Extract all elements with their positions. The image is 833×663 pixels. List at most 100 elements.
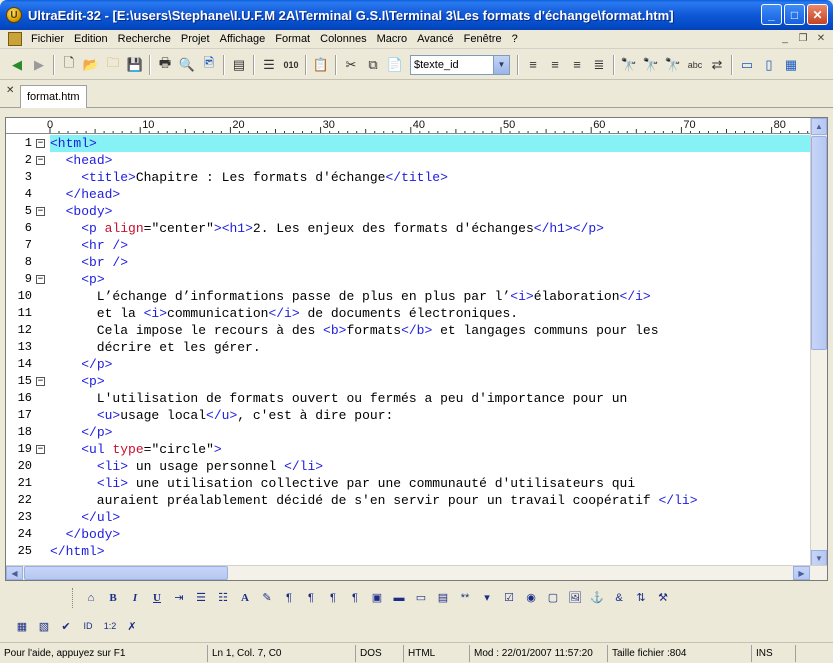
clipboard-icon[interactable]: 📋 (310, 54, 332, 76)
split-vertical-icon[interactable]: ▯ (758, 54, 780, 76)
form-icon[interactable]: ▣ (367, 588, 387, 608)
code-line[interactable]: auraient préalablement décidé de s'en se… (50, 492, 811, 509)
menu-item-9[interactable]: Fenêtre (459, 33, 507, 45)
indent-icon[interactable]: ⇥ (169, 588, 189, 608)
id-icon[interactable]: ID (78, 616, 98, 636)
paste-icon[interactable]: 📄 (384, 54, 406, 76)
checkbox-icon[interactable]: ☑ (499, 588, 519, 608)
print-icon[interactable]: 🖶 (154, 54, 176, 76)
code-line[interactable]: </p> (50, 356, 811, 373)
code-line[interactable]: <u>usage local</u>, c'est à dire pour: (50, 407, 811, 424)
code-line[interactable]: <p> (50, 373, 811, 390)
chevron-down-icon[interactable]: ▼ (493, 55, 509, 74)
tab-format-htm[interactable]: format.htm (20, 85, 87, 108)
open-recent-icon[interactable]: 🗀 (102, 54, 124, 76)
mdi-close-button[interactable]: ✕ (813, 31, 829, 46)
find-icon[interactable]: 🔭 (618, 54, 640, 76)
justify-icon[interactable]: ≣ (588, 54, 610, 76)
menu-item-10[interactable]: ? (507, 33, 523, 45)
code-line[interactable]: <title>Chapitre : Les formats d'échange<… (50, 169, 811, 186)
code-line[interactable]: <ul type="circle"> (50, 441, 811, 458)
bullet-list-icon[interactable]: ☰ (191, 588, 211, 608)
fold-toggle-icon[interactable]: − (36, 377, 45, 386)
bold-icon[interactable]: B (103, 588, 123, 608)
table-icon[interactable]: ▦ (12, 616, 32, 636)
menu-item-8[interactable]: Avancé (412, 33, 459, 45)
minimize-button[interactable]: _ (761, 4, 782, 25)
scroll-left-icon[interactable]: ◀ (6, 566, 23, 580)
code-line[interactable]: Cela impose le recours à des <b>formats<… (50, 322, 811, 339)
align-right-icon[interactable]: ≡ (566, 54, 588, 76)
menu-item-2[interactable]: Recherche (113, 33, 176, 45)
numbered-list-icon[interactable]: ☷ (213, 588, 233, 608)
code-line[interactable]: <li> une utilisation collective par une … (50, 475, 811, 492)
replace-icon[interactable]: ⇄ (706, 54, 728, 76)
sort-icon[interactable]: ⇅ (631, 588, 651, 608)
fold-toggle-icon[interactable]: − (36, 275, 45, 284)
find-previous-icon[interactable]: 🔭 (662, 54, 684, 76)
save-icon[interactable]: 💾 (124, 54, 146, 76)
horizontal-scrollbar[interactable]: ◀ ▶ (6, 565, 827, 580)
split-horizontal-icon[interactable]: ▭ (736, 54, 758, 76)
align-left-icon[interactable]: ≡ (522, 54, 544, 76)
document-icon[interactable]: ▤ (228, 54, 250, 76)
close-tab-icon[interactable]: ✕ (6, 85, 14, 96)
html-tools-icon[interactable]: ⚒ (653, 588, 673, 608)
code-line[interactable]: et la <i>communication</i> de documents … (50, 305, 811, 322)
italic-icon[interactable]: I (125, 588, 145, 608)
menu-item-7[interactable]: Macro (372, 33, 413, 45)
menu-item-3[interactable]: Projet (176, 33, 215, 45)
code-line[interactable]: décrire et les gérer. (50, 339, 811, 356)
forward-arrow-icon[interactable]: ▶ (28, 54, 50, 76)
scroll-right-icon[interactable]: ▶ (793, 566, 810, 580)
image-icon[interactable]: 🖼 (565, 588, 585, 608)
vertical-scroll-thumb[interactable] (811, 136, 827, 350)
validate-icon[interactable]: ✔ (56, 616, 76, 636)
password-field-icon[interactable]: ** (455, 588, 475, 608)
menu-item-1[interactable]: Edition (69, 33, 113, 45)
button-icon[interactable]: ▢ (543, 588, 563, 608)
paragraph-center-icon[interactable]: ¶ (301, 588, 321, 608)
menu-item-4[interactable]: Affichage (215, 33, 271, 45)
code-line[interactable]: L’échange d’informations passe de plus e… (50, 288, 811, 305)
find-next-icon[interactable]: 🔭 (640, 54, 662, 76)
ultraedit-app-icon[interactable]: U (6, 7, 22, 23)
menu-item-5[interactable]: Format (270, 33, 315, 45)
code-line[interactable]: </ul> (50, 509, 811, 526)
menu-item-6[interactable]: Colonnes (315, 33, 371, 45)
back-arrow-icon[interactable]: ◀ (6, 54, 28, 76)
web-preview-icon[interactable]: 🖻 (198, 54, 220, 76)
cut-icon[interactable]: ✂ (340, 54, 362, 76)
maximize-button[interactable]: □ (784, 4, 805, 25)
special-char-icon[interactable]: & (609, 588, 629, 608)
html-tag-icon[interactable]: ⌂ (81, 588, 101, 608)
font-icon[interactable]: A (235, 588, 255, 608)
code-area[interactable]: <html> <head> <title>Chapitre : Les form… (50, 135, 811, 567)
code-line[interactable]: <hr /> (50, 237, 811, 254)
numbering-icon[interactable]: 1:2 (100, 616, 120, 636)
hex-mode-icon[interactable]: 010 (280, 54, 302, 76)
copy-icon[interactable]: ⧉ (362, 54, 384, 76)
document-menu-icon[interactable] (8, 32, 22, 46)
print-preview-icon[interactable]: 🔍 (176, 54, 198, 76)
paragraph-left-icon[interactable]: ¶ (279, 588, 299, 608)
fold-toggle-icon[interactable]: − (36, 445, 45, 454)
function-list-combo[interactable]: $texte_id ▼ (410, 54, 510, 75)
paragraph-right-icon[interactable]: ¶ (323, 588, 343, 608)
open-folder-icon[interactable]: 📂 (80, 54, 102, 76)
code-line[interactable]: <html> (50, 135, 811, 152)
radio-button-icon[interactable]: ◉ (521, 588, 541, 608)
text-area-icon[interactable]: ▤ (433, 588, 453, 608)
code-line[interactable]: <head> (50, 152, 811, 169)
code-line[interactable]: <li> un usage personnel </li> (50, 458, 811, 475)
fold-toggle-icon[interactable]: − (36, 207, 45, 216)
mdi-restore-button[interactable]: ❐ (795, 31, 811, 46)
mdi-minimize-button[interactable]: _ (777, 31, 793, 46)
layout-icon[interactable]: ▦ (780, 54, 802, 76)
horizontal-scroll-thumb[interactable] (24, 566, 228, 580)
horizontal-rule-icon[interactable]: ▬ (389, 588, 409, 608)
clean-tool-icon[interactable]: ✗ (122, 616, 142, 636)
code-line[interactable]: L'utilisation de formats ouvert ou fermé… (50, 390, 811, 407)
word-wrap-icon[interactable]: ☰ (258, 54, 280, 76)
fold-toggle-icon[interactable]: − (36, 139, 45, 148)
